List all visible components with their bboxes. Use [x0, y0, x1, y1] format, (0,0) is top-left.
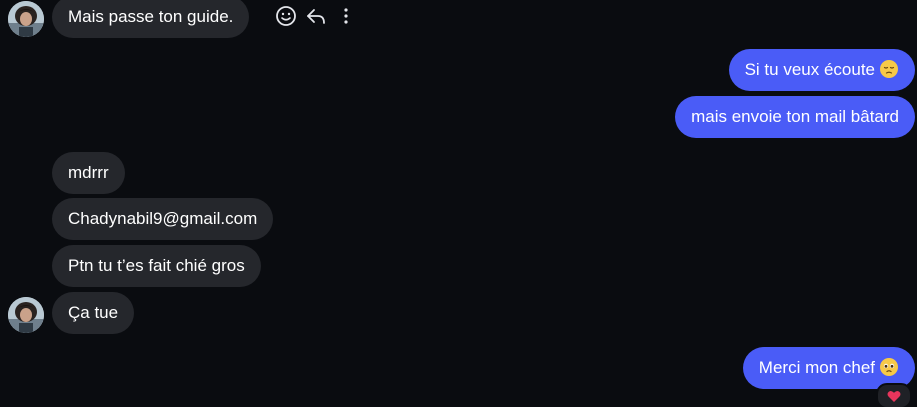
smiley-icon [276, 6, 296, 26]
user-avatar-icon [8, 1, 44, 37]
message-bubble-outgoing[interactable]: Si tu veux écoute [728, 49, 915, 91]
pensive-face-icon [880, 60, 898, 78]
react-button[interactable] [272, 2, 300, 30]
message-text: Ptn tu t’es fait chié gros [68, 256, 245, 275]
reply-icon [307, 9, 325, 24]
message-text: Merci mon chef [758, 358, 875, 377]
message-text: Si tu veux écoute [744, 60, 875, 79]
message-bubble-incoming[interactable]: Mais passe ton guide. [52, 0, 250, 38]
message-text: Ça tue [68, 303, 119, 322]
chat-thread: Mais passe ton guide. Si tu veux écoute [0, 0, 917, 407]
message-text: Chadynabil9@gmail.com [68, 209, 258, 228]
message-text: Mais passe ton guide. [68, 7, 234, 26]
heart-icon [887, 390, 901, 402]
message-reaction[interactable] [876, 383, 912, 407]
more-options-icon [344, 8, 348, 24]
user-avatar-icon [8, 297, 44, 333]
reply-button[interactable] [302, 2, 330, 30]
message-bubble-incoming[interactable]: mdrrr [52, 152, 125, 194]
message-bubble-incoming[interactable]: Ptn tu t’es fait chié gros [52, 245, 261, 287]
message-bubble-incoming[interactable]: Ça tue [52, 292, 135, 334]
pleading-face-icon [880, 358, 898, 376]
message-bubble-incoming[interactable]: Chadynabil9@gmail.com [52, 198, 274, 240]
message-bubble-outgoing[interactable]: mais envoie ton mail bâtard [675, 96, 915, 138]
message-text: mais envoie ton mail bâtard [691, 107, 899, 126]
avatar[interactable] [8, 1, 44, 37]
more-options-button[interactable] [332, 2, 360, 30]
avatar[interactable] [8, 297, 44, 333]
message-text: mdrrr [68, 163, 109, 182]
